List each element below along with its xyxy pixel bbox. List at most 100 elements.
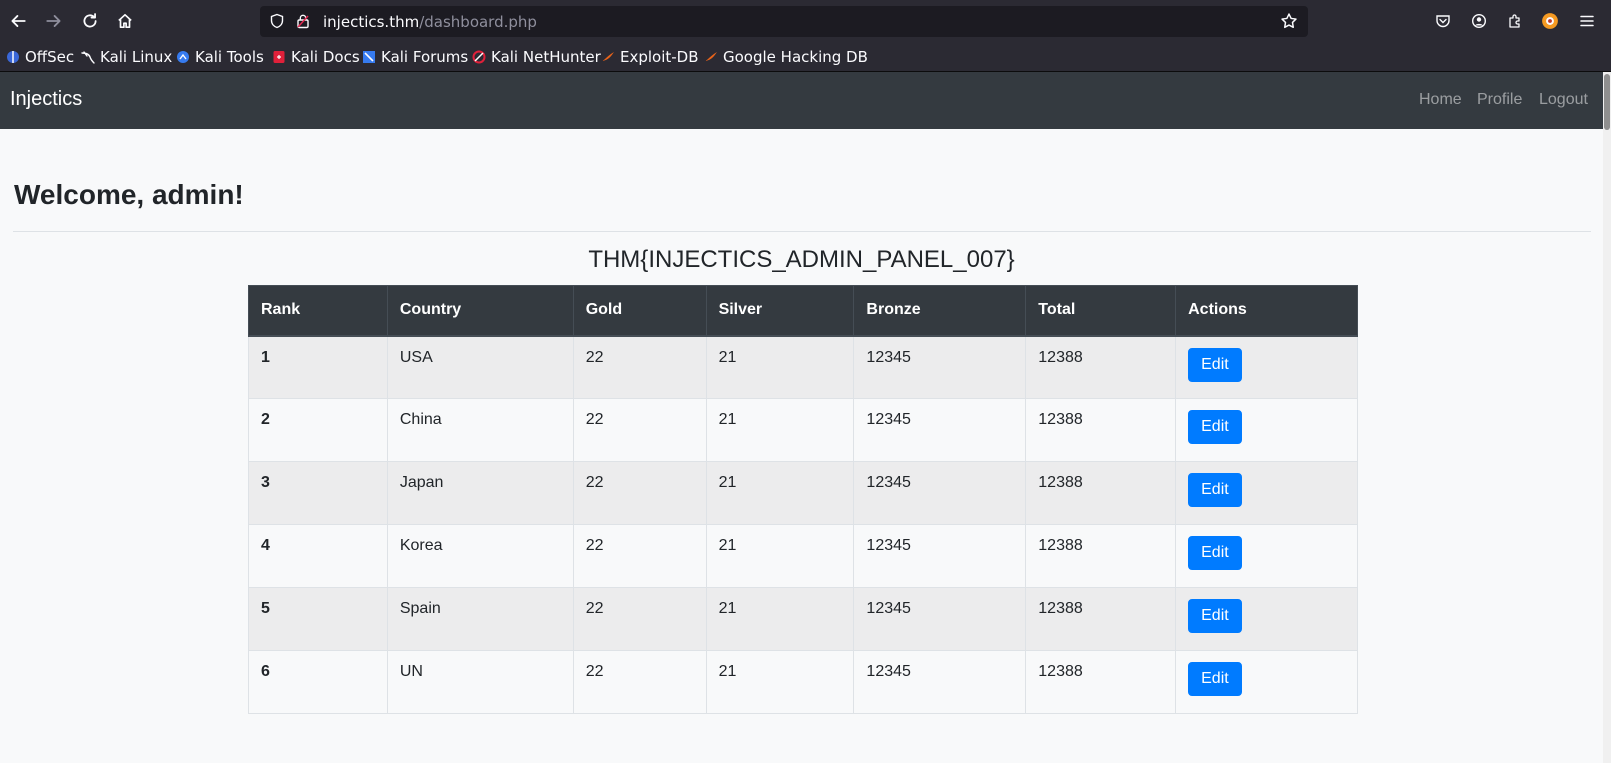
bookmark-label: Kali Linux [100,48,173,66]
bookmark-label: Kali Tools [195,48,264,66]
offsec-icon [6,50,20,64]
column-header: Country [386,285,574,337]
url-text[interactable]: injectics.thm/dashboard.php [323,13,537,31]
bookmark-kali-forums[interactable]: Kali Forums [362,47,468,67]
bookmarks-bar: OffSec Kali Linux Kali Tools Kali Docs K… [0,42,1611,72]
table-row: 2 China 22 21 12345 12388 Edit [248,398,1358,462]
exploit-db-icon [601,50,615,64]
cell-silver: 21 [705,587,855,651]
edit-button[interactable]: Edit [1188,473,1242,507]
cell-rank: 4 [248,524,388,588]
cell-bronze: 12345 [853,335,1027,399]
page-scrollbar[interactable] [1603,72,1611,763]
edit-button[interactable]: Edit [1188,347,1242,382]
nav-link-home[interactable]: Home [1419,91,1462,109]
cell-actions: Edit [1175,335,1358,399]
lock-icon[interactable] [295,13,311,34]
bookmark-label: Kali Forums [381,48,469,66]
cell-silver: 21 [705,461,855,525]
table-row: 5 Spain 22 21 12345 12388 Edit [248,587,1358,651]
leaderboard-table: Rank Country Gold Silver Bronze Total Ac… [248,285,1358,714]
cell-silver: 21 [705,524,855,588]
cell-silver: 21 [705,335,855,399]
bookmark-exploit-db[interactable]: Exploit-DB [601,47,699,67]
nav-link-logout[interactable]: Logout [1539,91,1588,109]
table-row: 3 Japan 22 21 12345 12388 Edit [248,461,1358,525]
cell-gold: 22 [572,335,707,399]
table-row: 4 Korea 22 21 12345 12388 Edit [248,524,1358,588]
cell-country: Korea [386,524,574,588]
bookmark-google-hacking-db[interactable]: Google Hacking DB [704,47,868,67]
cell-gold: 22 [572,398,707,462]
kali-tools-icon [176,50,190,64]
table-header-row: Rank Country Gold Silver Bronze Total Ac… [248,285,1358,337]
cell-actions: Edit [1175,587,1358,651]
cell-total: 12388 [1025,650,1177,714]
cell-gold: 22 [572,461,707,525]
page-title: Welcome, admin! [14,179,244,210]
forward-icon[interactable] [42,9,66,33]
url-bar[interactable]: injectics.thm/dashboard.php [260,6,1308,37]
bookmark-label: Kali NetHunter [491,48,601,66]
cell-actions: Edit [1175,398,1358,462]
cell-total: 12388 [1025,524,1177,588]
browser-toolbar: injectics.thm/dashboard.php [0,0,1611,42]
cell-country: UN [386,650,574,714]
navbar-brand[interactable]: Injectics [10,88,82,111]
flag-text: THM{INJECTICS_ADMIN_PANEL_007} [588,246,1015,273]
nav-link-profile[interactable]: Profile [1477,91,1522,109]
scrollbar-thumb[interactable] [1604,74,1610,130]
column-header: Actions [1175,285,1358,337]
cell-bronze: 12345 [853,524,1027,588]
edit-button[interactable]: Edit [1188,662,1242,696]
account-icon[interactable] [1469,11,1489,31]
cell-bronze: 12345 [853,650,1027,714]
cell-actions: Edit [1175,524,1358,588]
page-viewport: Injectics Home Profile Logout Welcome, a… [0,72,1611,763]
bookmark-label: OffSec [25,48,75,66]
bookmark-kali-tools[interactable]: Kali Tools [176,47,264,67]
edit-button[interactable]: Edit [1188,410,1242,444]
cell-country: USA [386,335,574,399]
cell-country: China [386,398,574,462]
bookmark-kali-docs[interactable]: Kali Docs [272,47,360,67]
google-hacking-db-icon [704,50,718,64]
menu-icon[interactable] [1577,11,1597,31]
extension-fox-icon[interactable] [1540,11,1560,31]
bookmark-offsec[interactable]: OffSec [6,47,74,67]
cell-country: Spain [386,587,574,651]
cell-gold: 22 [572,524,707,588]
kali-nethunter-icon [472,50,486,64]
bookmark-label: Exploit-DB [620,48,699,66]
url-path: /dashboard.php [419,13,537,31]
cell-bronze: 12345 [853,461,1027,525]
back-icon[interactable] [6,9,30,33]
pocket-icon[interactable] [1433,11,1453,31]
home-icon[interactable] [113,9,137,33]
cell-gold: 22 [572,587,707,651]
bookmark-kali-linux[interactable]: Kali Linux [81,47,172,67]
cell-total: 12388 [1025,335,1177,399]
reload-icon[interactable] [78,9,102,33]
cell-rank: 3 [248,461,388,525]
cell-rank: 2 [248,398,388,462]
column-header: Gold [572,285,707,337]
flag-text-row: THM{INJECTICS_ADMIN_PANEL_007} [0,246,1603,274]
cell-total: 12388 [1025,398,1177,462]
cell-total: 12388 [1025,587,1177,651]
bookmark-kali-nethunter[interactable]: Kali NetHunter [472,47,601,67]
cell-bronze: 12345 [853,587,1027,651]
bookmark-star-icon[interactable] [1280,12,1298,35]
bookmark-label: Google Hacking DB [723,48,868,66]
edit-button[interactable]: Edit [1188,536,1242,570]
edit-button[interactable]: Edit [1188,599,1242,633]
cell-rank: 6 [248,650,388,714]
cell-gold: 22 [572,650,707,714]
cell-rank: 1 [248,335,388,399]
column-header: Bronze [853,285,1027,337]
site-navbar: Injectics Home Profile Logout [0,72,1603,129]
tracking-protection-icon[interactable] [269,13,285,34]
extensions-icon[interactable] [1505,11,1525,31]
cell-total: 12388 [1025,461,1177,525]
cell-silver: 21 [705,650,855,714]
